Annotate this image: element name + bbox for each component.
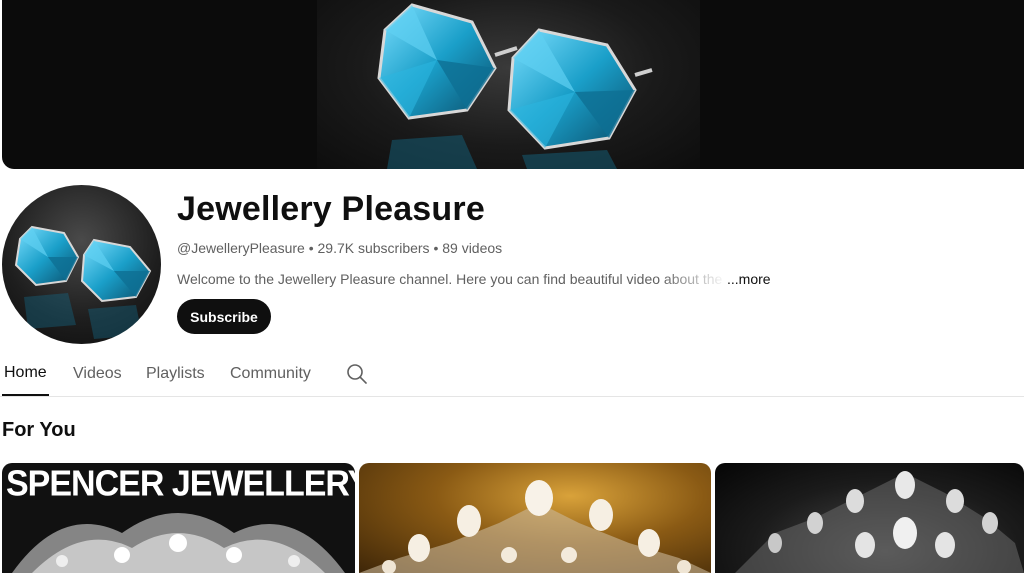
channel-banner	[2, 0, 1024, 169]
pearl-tiara-image	[359, 480, 711, 573]
more-link[interactable]: ...more	[727, 271, 771, 287]
tab-community[interactable]: Community	[230, 352, 311, 396]
tab-playlists[interactable]: Playlists	[146, 352, 205, 396]
channel-description: Welcome to the Jewellery Pleasure channe…	[177, 271, 727, 287]
channel-avatar[interactable]	[2, 185, 161, 344]
subscribe-button[interactable]: Subscribe	[177, 299, 271, 334]
video-thumbnail[interactable]: SPENCER JEWELLERY	[2, 463, 355, 573]
channel-tabs: Home Videos Playlists Community	[0, 352, 1024, 397]
search-icon-glyph	[347, 364, 367, 384]
avatar-earrings-image	[14, 225, 152, 339]
channel-meta: @JewelleryPleasure • 29.7K subscribers •…	[177, 240, 503, 256]
section-title: For You	[2, 419, 76, 441]
video-thumbnail[interactable]	[715, 463, 1024, 573]
tab-videos[interactable]: Videos	[73, 352, 122, 396]
channel-description-row[interactable]: Welcome to the Jewellery Pleasure channe…	[177, 270, 771, 288]
search-icon[interactable]	[345, 352, 369, 396]
banner-image	[317, 0, 700, 169]
channel-name: Jewellery Pleasure	[177, 190, 485, 228]
earrings-illustration	[377, 3, 653, 169]
diamond-tiara-image	[735, 471, 1024, 573]
video-shelf: SPENCER JEWELLERY	[0, 463, 1024, 573]
spencer-tiara-image	[12, 513, 345, 573]
tab-home[interactable]: Home	[2, 352, 49, 396]
video-thumbnail[interactable]	[359, 463, 711, 573]
